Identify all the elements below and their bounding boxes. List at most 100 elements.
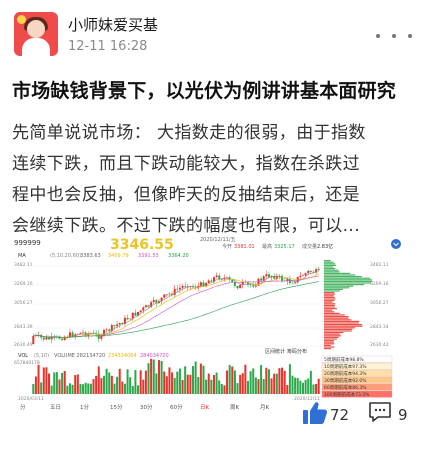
ma5-value: 3383.63 <box>80 253 101 259</box>
volume-bar <box>79 384 82 394</box>
volume-bar <box>244 364 247 394</box>
chip-distribution-tab[interactable]: 筹码分布 <box>287 348 307 355</box>
chip-bar <box>324 319 352 321</box>
volume-bar <box>82 384 85 394</box>
account-name[interactable]: 小师妹爱买基 <box>68 14 158 35</box>
chevron-icon[interactable] <box>391 239 401 249</box>
chip-bar <box>324 298 336 300</box>
ma20-value: 3391.53 <box>138 253 159 259</box>
volume-bar <box>123 383 126 394</box>
chip-bar <box>324 343 335 345</box>
volume-bar <box>71 384 74 394</box>
open-value: 3381.01 <box>234 244 255 250</box>
volume-bar <box>171 372 174 394</box>
volume-bar <box>184 366 187 394</box>
chip-bar <box>324 261 334 263</box>
stock-chart-image[interactable]: 999999 3346.55 2020/12/11/五 今开 3381.01 最… <box>12 236 406 410</box>
chip-bar <box>324 306 335 308</box>
volume-bar <box>267 369 270 394</box>
chip-bar <box>324 311 335 313</box>
chip-row-label: 30周期前成本92.0% <box>324 377 367 384</box>
chip-bar <box>324 325 363 327</box>
post-time: 12-11 16:28 <box>68 39 148 54</box>
chip-row-label: 5周期前成本98.8% <box>324 356 364 363</box>
avatar[interactable] <box>14 12 58 56</box>
volume-bar <box>181 379 184 394</box>
volume-bar <box>150 358 153 394</box>
chip-bar <box>324 340 335 342</box>
volume-bar <box>118 368 121 394</box>
chip-bar <box>324 332 344 334</box>
volume-bar <box>160 360 163 394</box>
candle <box>231 279 234 283</box>
chip-bar <box>324 336 339 338</box>
volume-bar <box>239 374 242 394</box>
volume-bar <box>241 373 244 394</box>
volume-bar <box>207 373 210 394</box>
volume-bar <box>317 378 320 394</box>
volume-bar <box>50 385 53 394</box>
chip-bar <box>324 346 335 348</box>
volume-bar <box>301 382 304 394</box>
volume-bar <box>87 383 90 394</box>
vol-params: (5,10) <box>34 353 49 359</box>
volume-bar <box>309 370 312 394</box>
chip-bar <box>324 282 372 284</box>
y-tick: 3056.27 <box>14 300 33 306</box>
candlestick-chart: 999999 3346.55 2020/12/11/五 今开 3381.01 最… <box>12 236 406 410</box>
chip-bar <box>324 280 373 282</box>
chip-bar <box>324 264 337 266</box>
article-excerpt[interactable]: 先简单说说市场： 大指数走的很弱，由于指数 连续下跌，而且下跌动能较大，指数在杀… <box>12 118 422 242</box>
chip-bar <box>324 320 360 322</box>
volume-bar <box>40 382 43 394</box>
chip-bar <box>324 285 354 287</box>
volume-bar <box>97 366 100 394</box>
volume-bar <box>61 372 64 394</box>
volume-bar <box>144 370 147 394</box>
high-label: 最高 <box>262 243 272 250</box>
chip-bar <box>324 341 334 343</box>
volume-bar <box>223 385 226 394</box>
volume-bar <box>252 368 255 394</box>
chip-stats-tab[interactable]: 区间统计 <box>265 348 285 355</box>
volume-bar <box>205 379 208 394</box>
volume-bar <box>281 367 284 394</box>
y-tick: 3482.11 <box>14 262 33 268</box>
volume-bar <box>192 366 195 394</box>
like-count: 72 <box>330 406 350 424</box>
volume-bar <box>155 373 158 394</box>
volume-bar <box>108 372 111 394</box>
chip-bar <box>324 266 334 268</box>
volume-bar <box>168 367 171 394</box>
chip-bar <box>324 301 333 303</box>
volume-bar <box>121 381 124 394</box>
chip-bar <box>324 287 350 289</box>
volume-bar <box>226 370 229 394</box>
volume-bar <box>199 363 202 394</box>
post-header: 小师妹爱买基 12-11 16:28 <box>0 0 430 66</box>
article-title[interactable]: 市场缺钱背景下，以光伏为例讲讲基本面研究 <box>12 76 422 103</box>
volume-bar <box>129 377 132 394</box>
volume-bar <box>48 373 51 394</box>
chip-bar <box>324 312 340 314</box>
volume-bar <box>131 385 134 394</box>
volume-bar <box>173 377 176 394</box>
volume-bar <box>178 368 181 394</box>
volume-bar <box>102 375 106 394</box>
volume-bar <box>157 360 160 394</box>
chip-bar <box>324 284 365 286</box>
volume-bar <box>236 383 239 394</box>
volume-bar <box>275 373 278 394</box>
volume-bar <box>34 376 37 394</box>
chip-tick: 3482.11 <box>370 262 389 268</box>
chip-bar <box>324 330 352 332</box>
volume-bar <box>63 371 66 394</box>
chip-bar <box>324 303 336 305</box>
volume-bar <box>212 375 215 394</box>
vol-axis: 65784017B <box>14 360 40 366</box>
y-tick: 2843.38 <box>14 324 33 330</box>
volume-bar <box>66 385 69 394</box>
chip-bar <box>324 277 371 279</box>
more-options-icon[interactable] <box>374 32 416 42</box>
vol-ma5: 234324064 <box>108 353 137 359</box>
